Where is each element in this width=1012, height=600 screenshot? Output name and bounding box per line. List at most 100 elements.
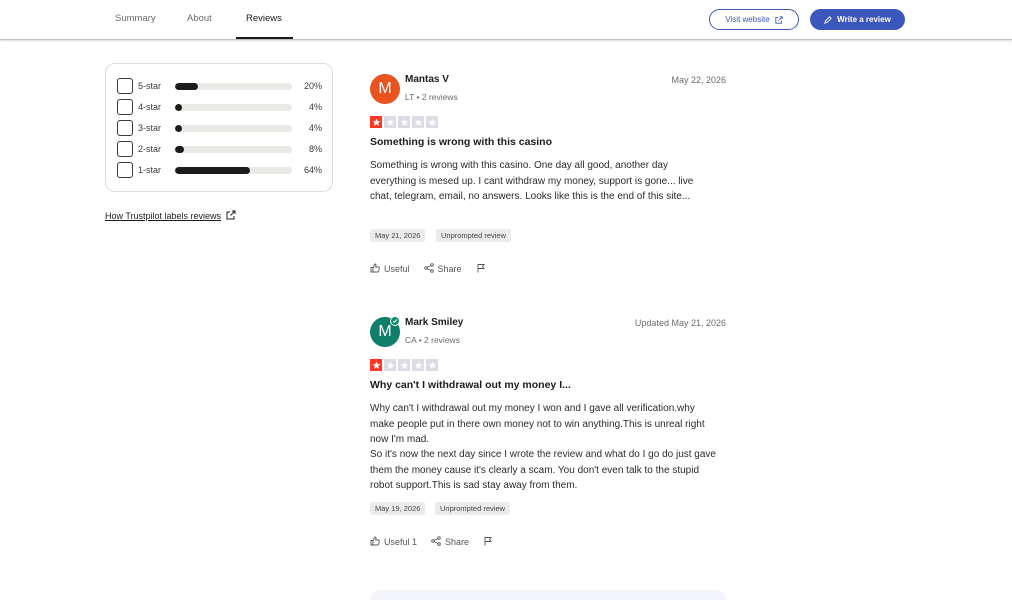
rating-bar	[175, 125, 292, 132]
star-icon	[412, 359, 424, 371]
star-icon	[384, 116, 396, 128]
review-card: M Mark Smiley CA • 2 reviews Updated May…	[370, 316, 726, 557]
tab-about[interactable]: About	[187, 13, 212, 24]
filter-row-1-star[interactable]: 1-star 64%	[117, 162, 327, 178]
filter-row-4-star[interactable]: 4-star 4%	[117, 99, 327, 115]
pencil-icon	[824, 15, 832, 24]
useful-button[interactable]: Useful	[370, 263, 410, 275]
filter-row-3-star[interactable]: 3-star 4%	[117, 120, 327, 136]
write-review-label: Write a review	[837, 15, 891, 24]
star-icon	[426, 359, 438, 371]
thumbs-up-icon	[370, 536, 380, 548]
useful-button[interactable]: Useful 1	[370, 536, 417, 548]
useful-label: Useful	[384, 264, 410, 274]
report-button[interactable]	[476, 263, 486, 275]
checkbox[interactable]	[117, 162, 133, 178]
reviewer-name[interactable]: Mark Smiley	[405, 317, 463, 328]
verified-check-icon	[390, 316, 400, 326]
star-rating	[370, 116, 438, 128]
rating-bar-fill	[175, 83, 199, 90]
avatar[interactable]: M	[370, 74, 400, 104]
unprompted-review-badge[interactable]: Unprompted review	[435, 502, 511, 515]
review-body: Why can't I withdrawal out my money I wo…	[370, 403, 705, 445]
visit-website-label: Visit website	[725, 15, 770, 24]
checkbox[interactable]	[117, 141, 133, 157]
flag-icon	[483, 536, 493, 548]
rating-bar-fill	[175, 146, 185, 153]
share-icon	[423, 263, 434, 275]
filter-percent: 4%	[308, 102, 322, 112]
star-icon	[398, 116, 410, 128]
star-icon	[370, 359, 382, 371]
rating-bar	[175, 167, 292, 174]
filter-percent: 20%	[303, 81, 322, 91]
useful-label: Useful 1	[384, 537, 418, 547]
checkbox[interactable]	[117, 78, 133, 94]
external-link-icon	[775, 15, 783, 24]
filter-label: 5-star	[138, 81, 162, 91]
filter-percent: 4%	[308, 123, 322, 133]
rating-bar	[175, 83, 292, 90]
checkbox[interactable]	[117, 120, 133, 136]
top-nav: Summary About Reviews Visit website Writ…	[0, 0, 1012, 40]
filter-percent: 64%	[303, 165, 322, 175]
star-icon	[398, 359, 410, 371]
avatar-letter: M	[378, 80, 392, 97]
checkbox[interactable]	[117, 99, 133, 115]
review-date: May 22, 2026	[671, 75, 726, 85]
star-icon	[412, 116, 424, 128]
star-icon	[426, 116, 438, 128]
share-label: Share	[445, 537, 470, 547]
how-link-label: How Trustpilot labels reviews	[105, 211, 222, 221]
review-title[interactable]: Why can't I withdrawal out my money I...	[370, 379, 571, 391]
flag-icon	[476, 263, 486, 275]
star-rating	[370, 359, 438, 371]
rating-bar	[175, 104, 292, 111]
review-card: M Mantas V LT • 2 reviews May 22, 2026 S…	[370, 74, 726, 284]
unprompted-review-badge[interactable]: Unprompted review	[436, 229, 512, 242]
filter-row-2-star[interactable]: 2-star 8%	[117, 141, 327, 157]
filter-percent: 8%	[308, 144, 322, 154]
share-button[interactable]: Share	[423, 263, 462, 275]
experience-date-badge: May 19, 2026	[370, 502, 426, 515]
tab-reviews[interactable]: Reviews	[246, 13, 282, 24]
report-button[interactable]	[483, 536, 493, 548]
filter-label: 2-star	[138, 144, 162, 154]
external-link-icon	[226, 210, 236, 222]
how-trustpilot-labels-link[interactable]: How Trustpilot labels reviews	[105, 210, 236, 222]
review-chips: May 21, 2026 Unprompted review	[370, 229, 726, 242]
visit-website-button[interactable]: Visit website	[709, 9, 799, 30]
reviewer-meta: CA • 2 reviews	[405, 335, 460, 345]
next-card-peek	[370, 590, 726, 600]
review-body-update: So it's now the next day since I wrote t…	[370, 449, 716, 491]
tab-summary[interactable]: Summary	[115, 13, 156, 24]
reviewer-meta: LT • 2 reviews	[405, 92, 458, 102]
active-tab-indicator	[236, 37, 293, 39]
write-review-button[interactable]: Write a review	[810, 9, 905, 30]
filter-label: 1-star	[138, 165, 162, 175]
avatar-letter: M	[378, 323, 392, 340]
rating-bar-fill	[175, 125, 183, 132]
thumbs-up-icon	[370, 263, 380, 275]
review-title[interactable]: Something is wrong with this casino	[370, 136, 552, 148]
review-date: Updated May 21, 2026	[634, 318, 726, 328]
review-actions: Useful 1 Share	[370, 536, 507, 548]
reviewer-name[interactable]: Mantas V	[405, 74, 449, 85]
filter-label: 3-star	[138, 123, 162, 133]
experience-date-badge: May 21, 2026	[370, 229, 426, 242]
filter-label: 4-star	[138, 102, 162, 112]
avatar[interactable]: M	[370, 316, 400, 347]
review-body: Something is wrong with this casino. One…	[370, 160, 694, 202]
review-chips: May 19, 2026 Unprompted review	[370, 502, 726, 515]
review-actions: Useful Share	[370, 263, 500, 275]
star-icon	[384, 359, 396, 371]
share-label: Share	[437, 264, 462, 274]
rating-bar-fill	[175, 167, 250, 174]
star-icon	[370, 116, 382, 128]
filter-row-5-star[interactable]: 5-star 20%	[117, 78, 327, 94]
rating-bar	[175, 146, 292, 153]
share-icon	[431, 536, 441, 548]
rating-filter-card: 5-star 20% 4-star 4% 3-star 4% 2-star 8%…	[105, 63, 333, 192]
share-button[interactable]: Share	[431, 536, 469, 548]
rating-bar-fill	[175, 104, 183, 111]
